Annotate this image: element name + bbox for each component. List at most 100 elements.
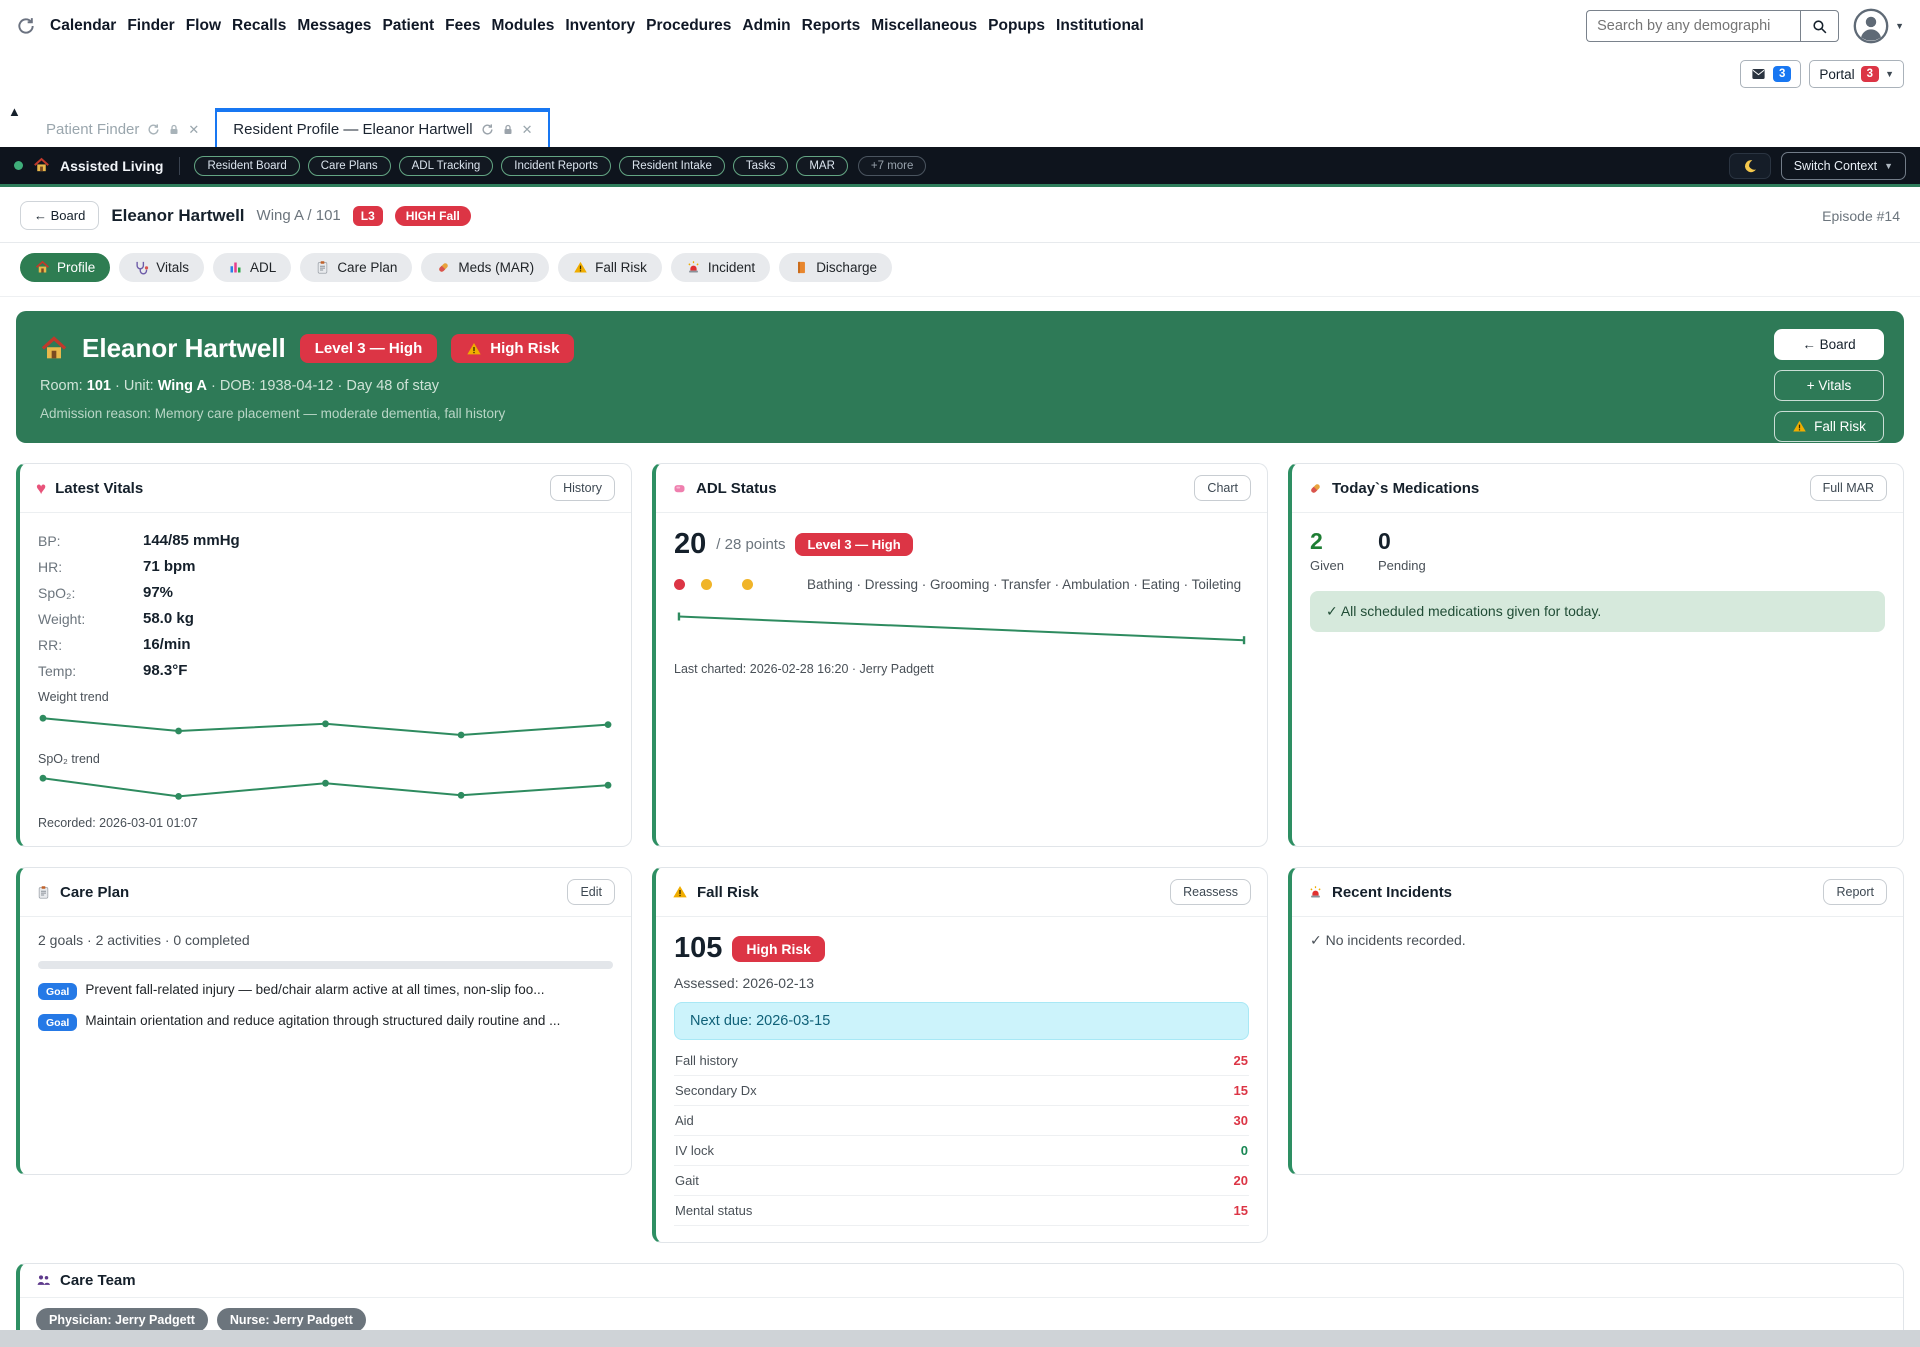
topnav-item-recalls[interactable]: Recalls	[232, 17, 286, 35]
portal-button[interactable]: Portal 3 ▼	[1809, 60, 1904, 88]
topnav-item-inventory[interactable]: Inventory	[565, 17, 635, 35]
resident-hero-banner: Eleanor Hartwell Level 3 — High High Ris…	[16, 311, 1904, 443]
topnav-item-procedures[interactable]: Procedures	[646, 17, 731, 35]
adl-status-dot	[701, 579, 712, 590]
topnav-item-fees[interactable]: Fees	[445, 17, 480, 35]
report-button[interactable]: Report	[1823, 879, 1887, 905]
medications-card: Today`s Medications Full MAR 2 Given 0 P…	[1288, 463, 1904, 847]
status-dot	[14, 161, 23, 170]
history-button[interactable]: History	[550, 475, 615, 501]
topnav-item-reports[interactable]: Reports	[802, 17, 861, 35]
factor-value: 20	[1234, 1173, 1248, 1188]
bottom-strip	[0, 1330, 1920, 1347]
close-icon[interactable]: ✕	[522, 122, 533, 138]
lock-icon[interactable]	[168, 124, 180, 136]
context-pill-incident-reports[interactable]: Incident Reports	[501, 156, 611, 176]
hero-board-button[interactable]: ← Board	[1774, 329, 1884, 360]
switch-context-button[interactable]: Switch Context ▼	[1781, 152, 1906, 180]
warning-icon	[466, 341, 482, 357]
chart-button[interactable]: Chart	[1194, 475, 1251, 501]
vital-row-spo: SpO₂:97%	[38, 580, 613, 606]
given-count: 2	[1310, 528, 1344, 555]
subtab-care-plan[interactable]: Care Plan	[300, 253, 412, 282]
close-icon[interactable]: ✕	[188, 122, 199, 138]
clipboard-icon	[315, 260, 330, 275]
context-pill-resident-intake[interactable]: Resident Intake	[619, 156, 725, 176]
adl-trend-chart	[674, 604, 1249, 652]
fall-risk-badge: High Risk	[732, 936, 825, 962]
no-incidents-note: ✓ No incidents recorded.	[1310, 932, 1885, 949]
topnav-item-calendar[interactable]: Calendar	[50, 17, 116, 35]
refresh-icon[interactable]	[481, 123, 494, 136]
topnav-item-institutional[interactable]: Institutional	[1056, 17, 1144, 35]
topnav-item-flow[interactable]: Flow	[186, 17, 221, 35]
adl-status-dot	[674, 579, 685, 590]
document-tabs: ▲ Patient Finder ✕ Resident Profile — El…	[0, 98, 1920, 147]
care-plan-summary: 2 goals · 2 activities · 0 completed	[38, 932, 613, 948]
context-pill-tasks[interactable]: Tasks	[733, 156, 788, 176]
lock-icon[interactable]	[502, 124, 514, 136]
topnav-item-popups[interactable]: Popups	[988, 17, 1045, 35]
resident-name: Eleanor Hartwell	[111, 206, 244, 226]
context-pill-adl-tracking[interactable]: ADL Tracking	[399, 156, 494, 176]
back-to-board-button[interactable]: ← Board	[20, 201, 99, 230]
collapse-tabs-icon[interactable]: ▲	[8, 104, 21, 119]
subtab-adl[interactable]: ADL	[213, 253, 291, 282]
vital-label: RR:	[38, 632, 143, 658]
full-mar-button[interactable]: Full MAR	[1810, 475, 1887, 501]
subtab-profile[interactable]: Profile	[20, 253, 110, 282]
edit-button[interactable]: Edit	[567, 879, 615, 905]
meds-pending-stat: 0 Pending	[1378, 528, 1426, 573]
dark-mode-button[interactable]	[1729, 153, 1771, 179]
topbar-right: ▼	[1586, 8, 1904, 44]
hero-fall-risk-button[interactable]: Fall Risk	[1774, 411, 1884, 442]
search-input[interactable]	[1586, 10, 1800, 42]
topnav-item-patient[interactable]: Patient	[382, 17, 434, 35]
reassess-button[interactable]: Reassess	[1170, 879, 1251, 905]
meds-given-stat: 2 Given	[1310, 528, 1344, 573]
care-plan-progress-bar	[38, 961, 613, 969]
topnav-item-messages[interactable]: Messages	[297, 17, 371, 35]
subtab-fall-risk[interactable]: Fall Risk	[558, 253, 662, 282]
tab-patient-finder[interactable]: Patient Finder ✕	[30, 112, 215, 147]
card-title-text: Care Team	[60, 1272, 136, 1289]
context-more-pill[interactable]: +7 more	[858, 156, 927, 176]
context-pill-resident-board[interactable]: Resident Board	[194, 156, 299, 176]
mail-button[interactable]: 3	[1740, 60, 1801, 88]
user-menu[interactable]: ▼	[1853, 8, 1904, 44]
portal-label: Portal	[1819, 67, 1854, 82]
subtab-vitals[interactable]: Vitals	[119, 253, 204, 282]
factor-label: Gait	[675, 1173, 699, 1188]
last-charted: Last charted: 2026-02-28 16:20 · Jerry P…	[674, 662, 1249, 676]
context-pill-mar[interactable]: MAR	[796, 156, 848, 176]
subtab-discharge[interactable]: Discharge	[779, 253, 892, 282]
topnav-item-admin[interactable]: Admin	[742, 17, 790, 35]
tab-resident-profile[interactable]: Resident Profile — Eleanor Hartwell ✕	[215, 108, 550, 147]
high-fall-badge: HIGH Fall	[395, 206, 471, 226]
subtab-incident[interactable]: Incident	[671, 253, 770, 282]
hero-add-vitals-button[interactable]: + Vitals	[1774, 370, 1884, 401]
vital-row-temp: Temp:98.3°F	[38, 658, 613, 684]
search-button[interactable]	[1800, 10, 1839, 42]
chevron-down-icon: ▼	[1884, 161, 1893, 171]
next-due-box: Next due: 2026-03-15	[674, 1002, 1249, 1040]
topnav-item-finder[interactable]: Finder	[127, 17, 174, 35]
subtab-label: Discharge	[816, 260, 877, 275]
adl-status-dot	[742, 579, 753, 590]
context-bar-right: Switch Context ▼	[1729, 152, 1906, 180]
vital-label: HR:	[38, 554, 143, 580]
subtab-label: Vitals	[156, 260, 189, 275]
risk-factor-mental-status: Mental status15	[674, 1196, 1249, 1226]
topnav-item-miscellaneous[interactable]: Miscellaneous	[871, 17, 977, 35]
factor-value: 0	[1241, 1143, 1248, 1158]
sync-icon[interactable]	[16, 16, 36, 36]
context-pill-care-plans[interactable]: Care Plans	[308, 156, 391, 176]
spo2-trend-label: SpO₂ trend	[38, 752, 613, 766]
recent-incidents-card: Recent Incidents Report ✓ No incidents r…	[1288, 867, 1904, 1175]
refresh-icon[interactable]	[147, 123, 160, 136]
vital-row-hr: HR:71 bpm	[38, 554, 613, 580]
topnav-item-modules[interactable]: Modules	[491, 17, 554, 35]
fall-risk-card: Fall Risk Reassess 105 High Risk Assesse…	[652, 867, 1268, 1243]
clipboard-icon	[36, 885, 51, 900]
subtab-meds-mar[interactable]: Meds (MAR)	[421, 253, 549, 282]
